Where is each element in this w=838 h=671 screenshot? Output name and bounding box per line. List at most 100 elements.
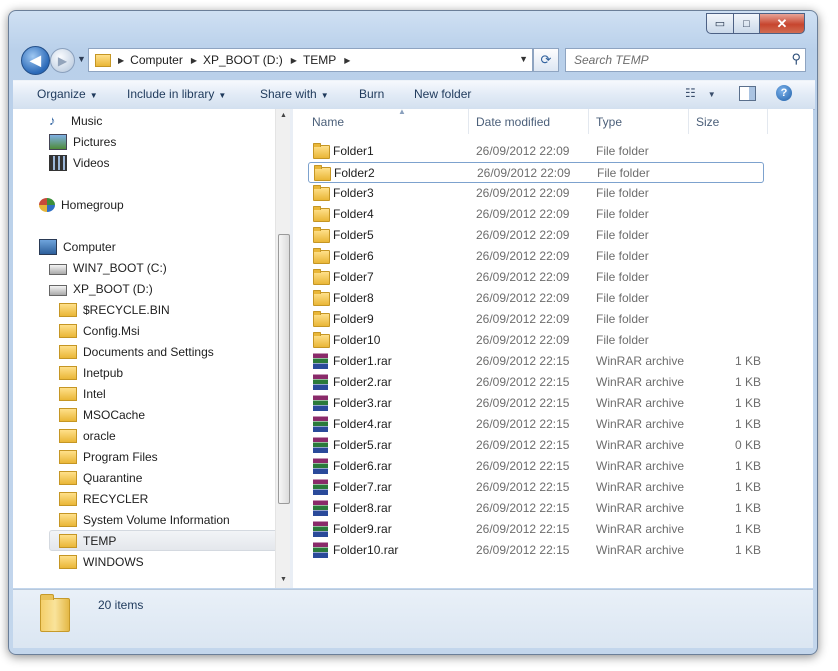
chevron-right-icon[interactable]: ▶ — [291, 56, 297, 65]
table-row[interactable]: Folder2.rar 26/09/2012 22:15 WinRAR archiv… — [308, 372, 763, 393]
sidebar-item-windows[interactable]: WINDOWS — [59, 552, 144, 571]
scroll-up-icon[interactable]: ▲ — [280, 112, 287, 119]
table-row[interactable]: Folder8 26/09/2012 22:09 File folder — [308, 288, 763, 309]
sidebar-item-program-files[interactable]: Program Files — [59, 447, 158, 466]
folder-icon — [313, 185, 330, 201]
column-header-type[interactable]: Type — [590, 109, 689, 134]
table-row[interactable]: Folder9.rar 26/09/2012 22:15 WinRAR archiv… — [308, 519, 763, 540]
sidebar-item-documents-and-settings[interactable]: Documents and Settings — [59, 342, 214, 361]
new-folder-button[interactable]: New folder — [414, 87, 471, 101]
table-row[interactable]: Folder2 26/09/2012 22:09 File folder — [308, 162, 764, 183]
file-date: 26/09/2012 22:09 — [476, 249, 570, 263]
file-type: File folder — [597, 166, 650, 180]
table-row[interactable]: Folder10.rar 26/09/2012 22:15 WinRAR archi… — [308, 540, 763, 561]
scroll-down-icon[interactable]: ▼ — [280, 576, 287, 583]
file-date: 26/09/2012 22:15 — [476, 501, 570, 515]
sidebar-item-intel[interactable]: Intel — [59, 384, 106, 403]
organize-button[interactable]: Organize ▼ — [37, 87, 98, 101]
sidebar-item-label: oracle — [83, 428, 116, 443]
views-icon: ☷ — [685, 86, 696, 100]
sidebar-item-label: Quarantine — [83, 470, 143, 485]
column-header-name[interactable]: Name ▲ — [308, 107, 469, 134]
back-button[interactable]: ◀ — [21, 46, 50, 75]
recent-pages-dropdown-icon[interactable]: ▼ — [77, 54, 86, 64]
table-row[interactable]: Folder3 26/09/2012 22:09 File folder — [308, 183, 763, 204]
table-row[interactable]: Folder4 26/09/2012 22:09 File folder — [308, 204, 763, 225]
sidebar-item-videos[interactable]: Videos — [49, 153, 109, 172]
chevron-right-icon[interactable]: ▶ — [191, 56, 197, 65]
include-in-library-button[interactable]: Include in library ▼ — [127, 87, 226, 101]
sidebar-item-msocache[interactable]: MSOCache — [59, 405, 145, 424]
file-date: 26/09/2012 22:15 — [476, 480, 570, 494]
table-row[interactable]: Folder3.rar 26/09/2012 22:15 WinRAR archiv… — [308, 393, 763, 414]
sidebar-item-temp[interactable]: TEMP — [49, 530, 284, 551]
close-button[interactable]: ✕ — [760, 13, 805, 34]
chevron-right-icon[interactable]: ▶ — [344, 56, 350, 65]
computer-icon — [39, 238, 57, 255]
search-icon[interactable]: ⚲ — [791, 51, 801, 67]
share-with-button[interactable]: Share with ▼ — [260, 87, 329, 101]
help-icon[interactable]: ? — [776, 85, 792, 101]
table-row[interactable]: Folder6 26/09/2012 22:09 File folder — [308, 246, 763, 267]
sidebar-item-homegroup[interactable]: Homegroup — [39, 195, 124, 214]
file-type: File folder — [596, 207, 649, 221]
sidebar-item-win7-boot[interactable]: WIN7_BOOT (C:) — [49, 258, 167, 277]
file-size: 1 KB — [734, 501, 761, 515]
preview-pane-icon[interactable] — [739, 86, 756, 101]
minimize-button[interactable]: ▭ — [706, 13, 734, 34]
file-size: 0 KB — [734, 438, 761, 452]
sidebar-item-computer[interactable]: Computer — [39, 237, 116, 256]
breadcrumb-computer[interactable]: Computer — [130, 53, 183, 67]
change-view-button[interactable]: ☷ ▼ — [685, 86, 716, 100]
file-type: File folder — [596, 291, 649, 305]
folder-icon — [313, 332, 330, 348]
file-name: Folder9.rar — [333, 522, 392, 536]
file-date: 26/09/2012 22:15 — [476, 459, 570, 473]
sidebar-item-oracle[interactable]: oracle — [59, 426, 116, 445]
videos-icon — [49, 154, 67, 171]
sidebar-item-pictures[interactable]: Pictures — [49, 132, 116, 151]
table-row[interactable]: Folder1.rar 26/09/2012 22:15 WinRAR archiv… — [308, 351, 763, 372]
sidebar-item-recycler[interactable]: RECYCLER — [59, 489, 148, 508]
burn-button[interactable]: Burn — [359, 87, 384, 101]
sidebar-item-label: Config.Msi — [83, 323, 140, 338]
sidebar-item-system-volume-information[interactable]: System Volume Information — [59, 510, 230, 529]
folder-icon — [40, 594, 70, 632]
maximize-button[interactable]: □ — [734, 13, 760, 34]
file-date: 26/09/2012 22:09 — [476, 186, 570, 200]
table-row[interactable]: Folder5 26/09/2012 22:09 File folder — [308, 225, 763, 246]
column-header-date[interactable]: Date modified — [470, 109, 589, 134]
breadcrumb-temp[interactable]: TEMP — [303, 53, 336, 67]
breadcrumb-xp-boot[interactable]: XP_BOOT (D:) — [203, 53, 283, 67]
sidebar-item-quarantine[interactable]: Quarantine — [59, 468, 142, 487]
sidebar-item-xp-boot[interactable]: XP_BOOT (D:) — [49, 279, 153, 298]
table-row[interactable]: Folder7.rar 26/09/2012 22:15 WinRAR archiv… — [308, 477, 763, 498]
table-row[interactable]: Folder6.rar 26/09/2012 22:15 WinRAR archiv… — [308, 456, 763, 477]
sidebar-item-inetpub[interactable]: Inetpub — [59, 363, 123, 382]
table-row[interactable]: Folder8.rar 26/09/2012 22:15 WinRAR archiv… — [308, 498, 763, 519]
navigation-pane-scrollbar[interactable]: ▲ ▼ — [275, 109, 291, 588]
table-row[interactable]: Folder7 26/09/2012 22:09 File folder — [308, 267, 763, 288]
sidebar-item-recycle-bin[interactable]: $RECYCLE.BIN — [59, 300, 170, 319]
forward-arrow-icon: ▶ — [57, 53, 68, 68]
search-input[interactable] — [572, 52, 776, 68]
table-row[interactable]: Folder5.rar 26/09/2012 22:15 WinRAR archiv… — [308, 435, 763, 456]
table-row[interactable]: Folder1 26/09/2012 22:09 File folder — [308, 141, 763, 162]
folder-icon — [59, 512, 77, 527]
back-arrow-icon: ◀ — [30, 52, 41, 68]
table-row[interactable]: Folder10 26/09/2012 22:09 File folder — [308, 330, 763, 351]
file-date: 26/09/2012 22:15 — [476, 438, 570, 452]
scrollbar-thumb[interactable] — [278, 234, 290, 504]
file-list: Name ▲ Date modified Type Size Folder1 26… — [293, 107, 813, 588]
chevron-right-icon[interactable]: ▶ — [118, 56, 124, 65]
table-row[interactable]: Folder4.rar 26/09/2012 22:15 WinRAR archiv… — [308, 414, 763, 435]
file-type: File folder — [596, 333, 649, 347]
address-history-dropdown-icon[interactable]: ▼ — [519, 54, 528, 64]
sidebar-item-music[interactable]: ♪ Music — [49, 111, 102, 130]
table-row[interactable]: Folder9 26/09/2012 22:09 File folder — [308, 309, 763, 330]
forward-button[interactable]: ▶ — [50, 48, 75, 73]
column-header-size[interactable]: Size — [690, 109, 768, 134]
address-bar[interactable]: ▶ Computer ▶ XP_BOOT (D:) ▶ TEMP ▶ ▼ — [88, 48, 533, 72]
refresh-button[interactable]: ⟳ — [533, 48, 559, 72]
sidebar-item-config-msi[interactable]: Config.Msi — [59, 321, 140, 340]
